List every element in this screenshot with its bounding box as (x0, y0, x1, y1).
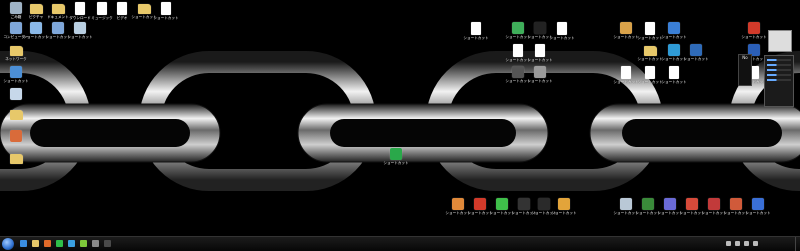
app-icon (668, 22, 680, 34)
app-icon (668, 44, 680, 56)
desktop-icon-label: ショートカット (3, 79, 29, 83)
app-icon (30, 22, 42, 34)
clock-gadget[interactable]: No (738, 54, 752, 86)
desktop-icon[interactable]: ショートカット (152, 2, 180, 30)
folder-icon (9, 110, 23, 120)
app-icon (534, 66, 546, 78)
desktop-icon-label: ショートカット (549, 36, 575, 40)
tray-power-icon[interactable] (753, 241, 758, 246)
app-icon (10, 130, 22, 142)
show-desktop-button[interactable] (795, 237, 800, 251)
desktop-icon[interactable]: ショートカット (504, 66, 532, 94)
app-icon (496, 198, 508, 210)
app-icon (10, 88, 22, 100)
file-icon (97, 2, 107, 15)
calendar-gadget[interactable] (768, 30, 792, 52)
desktop-icon[interactable] (2, 152, 30, 180)
desktop-icon[interactable]: ショートカット (462, 22, 490, 50)
file-icon (75, 2, 85, 15)
folder-icon (137, 4, 151, 14)
folder-icon (9, 46, 23, 56)
file-icon (669, 66, 679, 79)
desktop-icon-label: ショートカット (67, 35, 93, 39)
desktop-icon[interactable]: ショートカット (744, 198, 772, 226)
app-icon (10, 22, 22, 34)
file-icon (117, 2, 127, 15)
file-icon (557, 22, 567, 35)
start-button[interactable] (2, 238, 14, 250)
green-app-icon[interactable] (56, 240, 63, 247)
app-icon (642, 198, 654, 210)
app-icon (474, 198, 486, 210)
file-icon (161, 2, 171, 15)
desktop-icon-label: ショートカット (745, 211, 771, 215)
app-icon (512, 22, 524, 34)
app-icon (74, 22, 86, 34)
app-icon (708, 198, 720, 210)
folder-icon (9, 154, 23, 164)
app-icon (620, 22, 632, 34)
meter-bar (767, 69, 791, 71)
explorer-icon[interactable] (32, 240, 39, 247)
desktop-icon-label: ショートカット (383, 161, 409, 165)
desktop-icon[interactable]: ショートカット (66, 22, 94, 50)
meter-bar (767, 74, 791, 76)
clock-label: No (742, 55, 748, 60)
folder-icon (29, 4, 43, 14)
file-icon (645, 66, 655, 79)
app-icon (620, 198, 632, 210)
ie-icon[interactable] (20, 240, 27, 247)
meter-bar (767, 59, 791, 61)
app-icon (690, 44, 702, 56)
desktop-icon-label: ショートカット (551, 211, 577, 215)
desktop-icon[interactable]: ショートカット (660, 66, 688, 94)
app-icon (534, 22, 546, 34)
desktop-icon-label: ショートカット (661, 57, 687, 61)
app-icon (518, 198, 530, 210)
folder-icon (643, 46, 657, 56)
file-icon (535, 44, 545, 57)
taskbar (0, 236, 800, 251)
desktop-icon-label: ショートカット (741, 35, 767, 39)
system-monitor-gadget[interactable] (764, 55, 794, 107)
file-icon (621, 66, 631, 79)
desktop-icon-label: ショートカット (153, 16, 179, 20)
green-app-2-icon[interactable] (80, 240, 87, 247)
app-icon (558, 198, 570, 210)
app-icon (390, 148, 402, 160)
tray-network-icon[interactable] (726, 241, 731, 246)
desktop-icon-label: ショートカット (463, 36, 489, 40)
file-icon (513, 44, 523, 57)
app-icon (452, 198, 464, 210)
gray-app-icon[interactable] (92, 240, 99, 247)
file-icon (645, 22, 655, 35)
app-icon (10, 2, 22, 14)
desktop-icon-label: ネットワーク (5, 57, 27, 61)
app-icon (664, 198, 676, 210)
app-icon (748, 22, 760, 34)
tray-volume-icon[interactable] (735, 241, 740, 246)
blue-app-icon[interactable] (68, 240, 75, 247)
desktop-icon-label: ショートカット (661, 80, 687, 84)
meter-bar (767, 79, 791, 81)
dark-app-icon[interactable] (104, 240, 111, 247)
meter-bar (767, 64, 791, 66)
app-icon (730, 198, 742, 210)
folder-icon (51, 4, 65, 14)
app-icon (752, 198, 764, 210)
desktop-icon-label: ショートカット (661, 35, 687, 39)
app-icon (52, 22, 64, 34)
desktop-icon-label: ショートカット (527, 58, 553, 62)
desktop-icon[interactable]: ショートカット (382, 148, 410, 176)
file-icon (471, 22, 481, 35)
desktop-icon[interactable]: ショートカット (550, 198, 578, 226)
app-icon (512, 66, 524, 78)
app-icon (10, 66, 22, 78)
tray-flag-icon[interactable] (744, 241, 749, 246)
app-icon (686, 198, 698, 210)
media-icon[interactable] (44, 240, 51, 247)
desktop: ごみ箱 ピクチャ ドキュメント ダウンロード ミュージック ビデオ ショートカット ショートカ… (0, 0, 800, 236)
app-icon (538, 198, 550, 210)
desktop-icon-label: ショートカット (505, 79, 531, 83)
